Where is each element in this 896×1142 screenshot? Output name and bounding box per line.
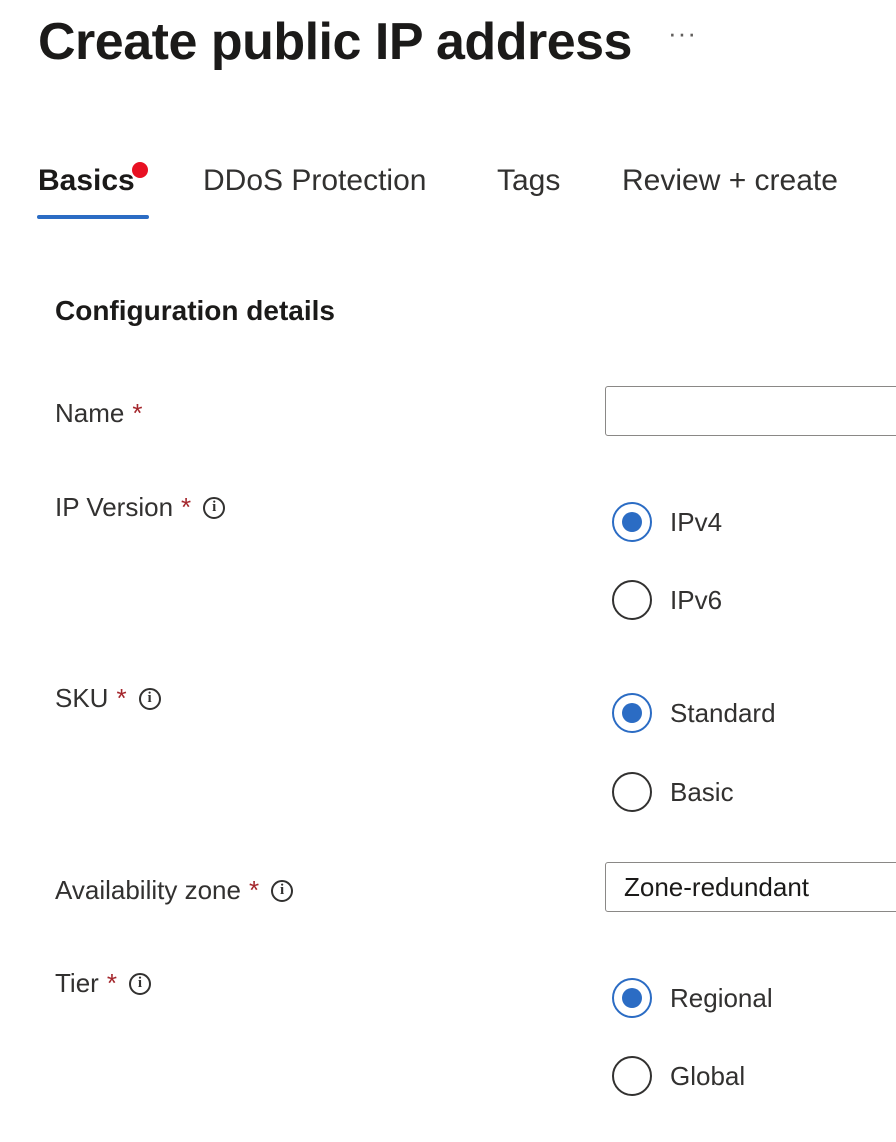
availability-zone-label-text: Availability zone bbox=[55, 875, 241, 905]
ip-version-label-text: IP Version bbox=[55, 492, 174, 522]
tab-ddos-protection[interactable]: DDoS Protection bbox=[203, 164, 426, 198]
ip-version-label: IP Version * i bbox=[55, 492, 226, 523]
info-icon[interactable]: i bbox=[128, 972, 151, 995]
required-indicator: * bbox=[181, 492, 192, 522]
required-indicator: * bbox=[106, 968, 117, 998]
sku-label: SKU * i bbox=[55, 683, 161, 714]
radio-unchecked-icon[interactable] bbox=[612, 1056, 652, 1096]
radio-ipv4[interactable]: IPv4 bbox=[612, 502, 722, 542]
sku-label-text: SKU bbox=[55, 683, 109, 713]
info-icon[interactable]: i bbox=[271, 879, 294, 902]
radio-regional[interactable]: Regional bbox=[612, 978, 773, 1018]
radio-checked-icon[interactable] bbox=[612, 502, 652, 542]
tab-review-create[interactable]: Review + create bbox=[622, 164, 838, 198]
name-label-text: Name bbox=[55, 398, 125, 428]
radio-standard[interactable]: Standard bbox=[612, 693, 776, 733]
required-indicator: * bbox=[116, 683, 127, 713]
radio-label: IPv4 bbox=[670, 506, 723, 537]
required-indicator: * bbox=[248, 875, 260, 905]
radio-checked-icon[interactable] bbox=[612, 978, 652, 1018]
info-icon[interactable]: i bbox=[138, 687, 161, 710]
radio-label: Standard bbox=[670, 697, 776, 728]
radio-label: Global bbox=[670, 1060, 746, 1091]
active-tab-underline bbox=[37, 215, 149, 219]
radio-label: Regional bbox=[670, 982, 773, 1013]
availability-zone-dropdown[interactable]: Zone-redundant bbox=[605, 862, 896, 912]
availability-zone-label: Availability zone * i bbox=[55, 875, 294, 906]
radio-basic[interactable]: Basic bbox=[612, 772, 734, 812]
radio-ipv6[interactable]: IPv6 bbox=[612, 580, 722, 620]
radio-global[interactable]: Global bbox=[612, 1056, 745, 1096]
tier-label-text: Tier bbox=[55, 968, 99, 998]
tab-basics[interactable]: Basics bbox=[38, 164, 135, 198]
tab-tags[interactable]: Tags bbox=[497, 164, 560, 198]
more-options-button[interactable]: ··· bbox=[668, 18, 697, 49]
tab-error-indicator bbox=[132, 162, 148, 178]
section-title: Configuration details bbox=[55, 295, 335, 326]
required-indicator: * bbox=[132, 398, 143, 428]
radio-label: IPv6 bbox=[670, 584, 723, 615]
name-label: Name * bbox=[55, 398, 142, 429]
radio-checked-icon[interactable] bbox=[612, 693, 652, 733]
page-title: Create public IP address bbox=[38, 13, 632, 71]
info-icon[interactable]: i bbox=[203, 496, 226, 519]
tier-label: Tier * i bbox=[55, 968, 151, 999]
radio-unchecked-icon[interactable] bbox=[612, 580, 652, 620]
name-input[interactable] bbox=[605, 386, 896, 436]
radio-unchecked-icon[interactable] bbox=[612, 772, 652, 812]
radio-label: Basic bbox=[670, 776, 734, 807]
